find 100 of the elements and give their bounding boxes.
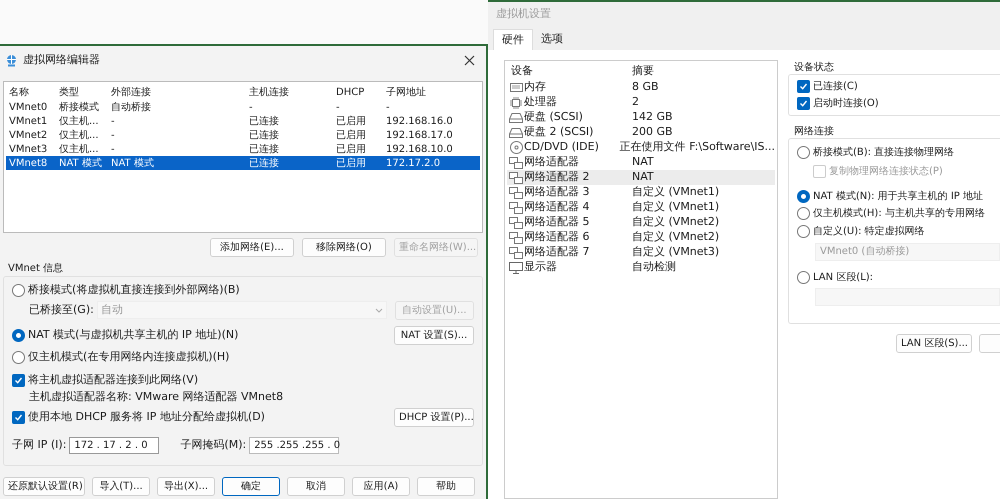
table-cell-text: 已启用 [335,156,367,170]
table-cell-text: VMnet2 [8,128,48,142]
device-row[interactable]: 网络适配器 4 自定义 (VMnet1) [507,200,775,215]
field-label: 子网掩码(M): [180,436,246,453]
device-name: 网络适配器 6 [524,229,590,246]
column-header[interactable]: 名称 [6,84,56,100]
table-cell-text: NAT 模式 [58,156,103,170]
device-summary: 200 GB [632,124,673,140]
column-header[interactable]: 设备 [507,63,632,80]
table-cell-text: 192.168.10.0 [385,142,454,156]
column-header[interactable]: DHCP [333,84,383,100]
button[interactable]: 应用(A) [352,477,410,496]
group-label: 网络连接 [794,126,834,137]
device-summary: 自定义 (VMnet3) [632,244,720,260]
device-name: 内存 [524,79,546,96]
radio-button[interactable] [797,190,810,203]
button[interactable]: 还原默认设置(R) [3,477,85,496]
option-label: 将主机虚拟适配器连接到此网络(V) [28,372,198,388]
checkbox[interactable] [12,410,25,424]
table-cell-text: 已连接 [248,128,280,142]
device-summary: 自定义 (VMnet2) [632,229,720,246]
option-label: 复制物理网络连接状态(P) [829,164,943,178]
device-row[interactable]: 处理器 2 [507,95,775,110]
device-summary: 自定义 (VMnet1) [632,184,720,200]
table-cell-text: 已连接 [248,142,280,156]
button[interactable]: 帮助 [417,477,475,496]
table-cell-text: 172.17.2.0 [385,156,442,170]
button[interactable]: DHCP 设置(P)... [394,408,474,426]
button[interactable]: 添加网络(E)... [210,238,294,257]
table-row[interactable]: VMnet1 仅主机... - 已连接 已启用 192.168.16.0 [6,114,480,128]
option-label: 仅主机模式(在专用网络内连接虚拟机)(H) [28,348,230,365]
device-name: 网络适配器 5 [524,214,590,230]
device-name: 网络适配器 4 [524,199,590,216]
option-label: 桥接模式(将虚拟机直接连接到外部网络)(B) [28,282,240,298]
table-cell-text: 已启用 [335,114,367,128]
device-summary: 2 [632,94,639,110]
radio-button[interactable] [797,207,810,220]
device-row[interactable]: 网络适配器 3 自定义 (VMnet1) [507,185,775,200]
column-header[interactable]: 主机连接 [246,84,333,100]
column-header[interactable]: 摘要 [632,63,775,80]
device-row[interactable]: 网络适配器 5 自定义 (VMnet2) [507,215,775,230]
device-summary: NAT [632,169,654,186]
table-cell-text: VMnet3 [8,142,48,156]
network-adapter-icon [509,186,523,198]
option-label: 桥接模式(B): 直接连接物理网络 [813,146,954,160]
globe-icon [5,54,18,66]
table-cell-text: - [335,100,341,114]
device-summary: NAT [632,154,654,170]
table-cell-text: VMnet0 [8,100,48,114]
column-header[interactable]: 子网地址 [383,84,480,100]
button[interactable]: 取消 [287,477,345,496]
button[interactable]: NAT 设置(S)... [394,326,474,344]
radio-button[interactable] [12,284,25,296]
table-cell-text: - [110,114,116,128]
device-row[interactable]: 网络适配器 NAT [507,155,775,170]
radio-button[interactable] [797,146,810,158]
radio-button[interactable] [12,350,25,364]
table-cell-text: 桥接模式 [58,100,100,114]
group-label: VMnet 信息 [8,263,64,274]
device-row[interactable]: 硬盘 (SCSI) 142 GB [507,110,775,125]
device-summary: 8 GB [632,79,659,96]
device-row[interactable]: 内存 8 GB [507,80,775,95]
table-cell-text: 已启用 [335,128,367,142]
column-header[interactable]: 类型 [56,84,108,100]
ip-address-field[interactable]: 172 . 17 . 2 . 0 [69,436,160,454]
option-label: 自定义(U): 特定虚拟网络 [813,224,925,239]
button[interactable]: 导出(X)... [157,477,215,496]
option-label: 启动时连接(O) [813,96,879,111]
tab[interactable]: 硬件 [493,29,533,50]
column-header[interactable]: 外部连接 [108,84,246,100]
table-cell-text: VMnet8 [8,156,48,170]
device-row[interactable]: 网络适配器 7 自定义 (VMnet3) [507,245,775,260]
table-row[interactable]: VMnet3 仅主机... - 已连接 已启用 192.168.10.0 [6,142,480,156]
ip-address-field[interactable]: 255 .255 .255 . 0 [249,436,340,454]
device-name: 网络适配器 7 [524,244,590,260]
device-row[interactable]: CD/DVD (IDE) 正在使用文件 F:\Software\IS... [507,140,775,155]
table-cell-text: 仅主机... [58,128,100,142]
radio-button[interactable] [12,328,25,342]
table-row[interactable]: VMnet8 NAT 模式 NAT 模式 已连接 已启用 172.17.2.0 [6,156,480,170]
device-row[interactable]: 硬盘 2 (SCSI) 200 GB [507,125,775,140]
button[interactable]: LAN 区段(S)... [896,334,972,353]
button[interactable]: 移除网络(O) [302,238,386,257]
device-summary: 142 GB [632,109,673,126]
checkbox[interactable] [12,374,25,386]
device-row[interactable]: 网络适配器 6 自定义 (VMnet2) [507,230,775,245]
button[interactable]: 导入(T)... [92,477,150,496]
radio-button[interactable] [797,225,810,238]
device-name: 网络适配器 2 [524,169,590,186]
checkbox[interactable] [797,80,810,93]
device-summary: 正在使用文件 F:\Software\IS... [620,139,775,156]
device-row[interactable]: 网络适配器 2 NAT [507,170,775,185]
table-cell-text: 自动桥接 [110,100,152,114]
check-icon [14,376,23,384]
checkbox[interactable] [797,97,810,110]
device-name: 硬盘 (SCSI) [524,109,583,126]
device-row[interactable]: 显示器 自动检测 [507,260,775,275]
radio-button[interactable] [797,270,810,284]
table-row[interactable]: VMnet2 仅主机... - 已连接 已启用 192.168.17.0 [6,128,480,142]
button[interactable]: 确定 [222,477,280,496]
table-row[interactable]: VMnet0 桥接模式 自动桥接 - - - [6,100,480,114]
